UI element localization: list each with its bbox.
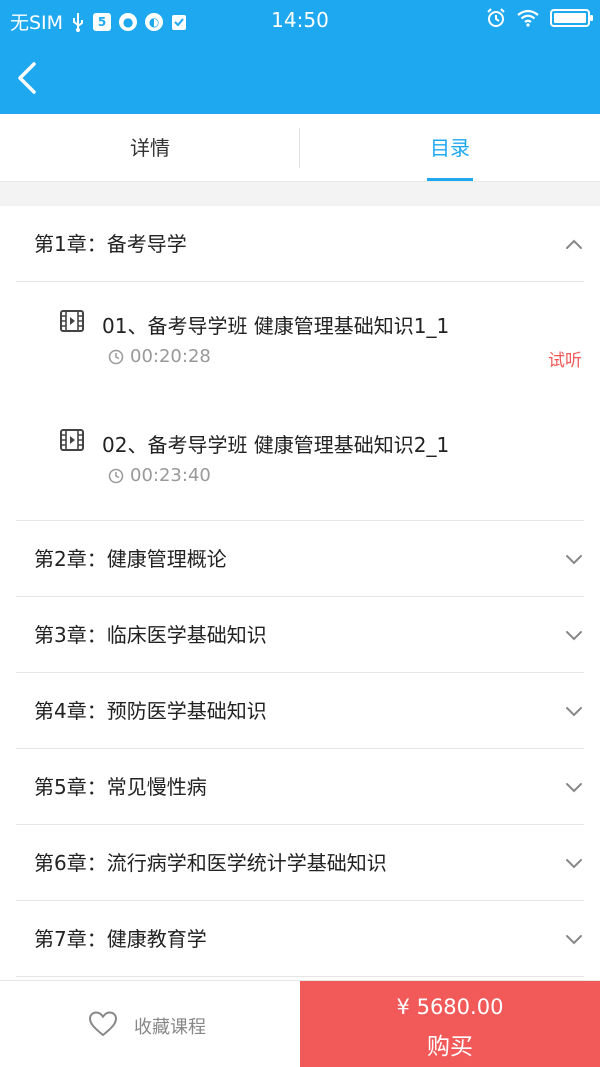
status-bar: 无SIM 5 ● ◐ 14:50 xyxy=(0,0,600,40)
buy-button[interactable]: ¥ 5680.00 购买 xyxy=(300,981,600,1067)
buy-label: 购买 xyxy=(427,1034,473,1060)
chapter-row-6[interactable]: 第6章：流行病学和医学统计学基础知识 xyxy=(16,825,584,901)
chevron-down-icon xyxy=(566,631,582,641)
chapter-title: 第4章：预防医学基础知识 xyxy=(34,699,267,723)
chapter-row-5[interactable]: 第5章：常见慢性病 xyxy=(16,749,584,825)
lesson-list: 01、备考导学班 健康管理基础知识1_1 00:20:28 试听 02、备考导学… xyxy=(16,282,584,521)
heart-icon xyxy=(89,1011,117,1036)
wifi-icon xyxy=(517,9,539,27)
video-icon xyxy=(60,310,84,332)
back-button[interactable] xyxy=(12,58,46,98)
chevron-up-icon xyxy=(566,239,582,249)
top-bar: 无SIM 5 ● ◐ 14:50 xyxy=(0,0,600,114)
tab-catalog[interactable]: 目录 xyxy=(300,114,600,181)
chapter-row-7[interactable]: 第7章：健康教育学 xyxy=(16,901,584,977)
trial-badge[interactable]: 试听 xyxy=(548,346,582,371)
bottom-bar: 收藏课程 ¥ 5680.00 购买 xyxy=(0,980,600,1067)
chevron-left-icon xyxy=(18,62,36,94)
lesson-title: 02、备考导学班 健康管理基础知识2_1 xyxy=(102,433,450,457)
favorite-button[interactable]: 收藏课程 xyxy=(0,981,300,1067)
clock-icon xyxy=(108,349,124,365)
lesson-row[interactable]: 01、备考导学班 健康管理基础知识1_1 00:20:28 试听 xyxy=(16,282,584,401)
alarm-icon xyxy=(487,8,505,27)
chapter-list: 第1章：备考导学 01、备考导学班 健康管理基础知识1_1 00:20:28 试… xyxy=(0,206,600,977)
lesson-title: 01、备考导学班 健康管理基础知识1_1 xyxy=(102,314,450,338)
status-right xyxy=(486,8,593,28)
tab-details[interactable]: 详情 xyxy=(0,114,300,181)
chapter-title: 第2章：健康管理概论 xyxy=(34,547,227,571)
section-gap xyxy=(0,182,600,206)
chapter-row-1[interactable]: 第1章：备考导学 xyxy=(16,206,584,282)
chapter-title: 第7章：健康教育学 xyxy=(34,927,207,951)
chevron-down-icon xyxy=(566,935,582,945)
favorite-label: 收藏课程 xyxy=(134,1017,206,1038)
battery-icon xyxy=(550,9,593,27)
tab-divider xyxy=(299,128,300,168)
lesson-duration: 00:20:28 xyxy=(130,346,211,367)
lesson-row[interactable]: 02、备考导学班 健康管理基础知识2_1 00:23:40 xyxy=(16,401,584,520)
chapter-row-3[interactable]: 第3章：临床医学基础知识 xyxy=(16,597,584,673)
chapter-row-2[interactable]: 第2章：健康管理概论 xyxy=(16,521,584,597)
chevron-down-icon xyxy=(566,783,582,793)
chapter-title: 第6章：流行病学和医学统计学基础知识 xyxy=(34,851,387,875)
chapter-title: 第1章：备考导学 xyxy=(34,232,187,256)
video-icon xyxy=(60,429,84,451)
clock-icon xyxy=(108,468,124,484)
lesson-duration: 00:23:40 xyxy=(130,465,211,486)
tab-bar: 详情 目录 xyxy=(0,114,600,182)
chevron-down-icon xyxy=(566,555,582,565)
chevron-down-icon xyxy=(566,859,582,869)
chapter-row-4[interactable]: 第4章：预防医学基础知识 xyxy=(16,673,584,749)
chapter-title: 第3章：临床医学基础知识 xyxy=(34,623,267,647)
chapter-title: 第5章：常见慢性病 xyxy=(34,775,207,799)
chevron-down-icon xyxy=(566,707,582,717)
price-label: ¥ 5680.00 xyxy=(396,995,504,1019)
